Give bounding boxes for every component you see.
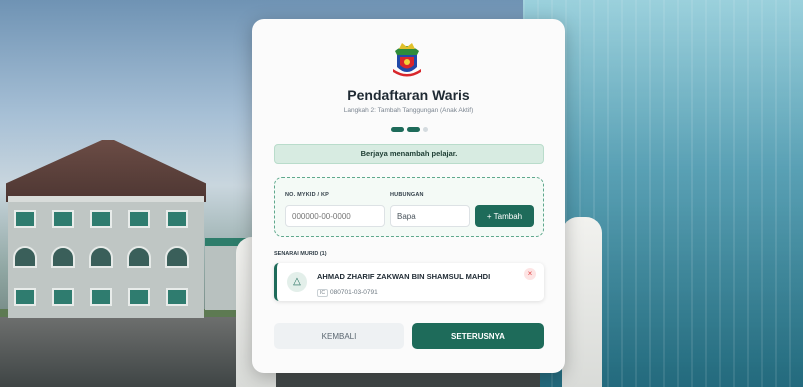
school-building (8, 196, 204, 318)
student-name: AHMAD ZHARIF ZAKWAN BIN SHAMSUL MAHDI (317, 272, 491, 281)
step-dot-3 (423, 127, 428, 132)
add-dependent-form: NO. MYKID / KP HUBUNGAN + Tambah (274, 177, 544, 237)
back-button[interactable]: KEMBALI (274, 323, 404, 349)
mosque-roof (6, 140, 206, 202)
mykid-label: NO. MYKID / KP (285, 192, 330, 198)
hubungan-input[interactable] (390, 205, 470, 227)
student-list-label: SENARAI MURID (1) (274, 251, 327, 257)
add-student-button[interactable]: + Tambah (475, 205, 534, 227)
student-ic-row: IC 080701-03-0791 (317, 284, 378, 302)
next-button[interactable]: SETERUSNYA (412, 323, 544, 349)
remove-student-button[interactable]: × (524, 268, 536, 280)
hubungan-label: HUBUNGAN (390, 192, 424, 198)
mykid-input[interactable] (285, 205, 385, 227)
close-icon: × (527, 269, 533, 278)
step-dot-2 (407, 127, 420, 132)
student-ic-number: 080701-03-0791 (330, 289, 378, 297)
success-alert: Berjaya menambah pelajar. (274, 144, 544, 164)
student-avatar-icon: △ (287, 272, 307, 292)
id-card-icon: IC (317, 288, 328, 297)
registration-card: Pendaftaran Waris Langkah 2: Tambah Tang… (252, 19, 565, 373)
step-dot-1 (391, 127, 404, 132)
page-subtitle: Langkah 2: Tambah Tanggungan (Anak Aktif… (343, 107, 474, 114)
person-figure (562, 217, 602, 387)
state-crest-icon (393, 43, 421, 77)
student-list-item: △ AHMAD ZHARIF ZAKWAN BIN SHAMSUL MAHDI … (274, 263, 544, 301)
page-title: Pendaftaran Waris (347, 87, 470, 103)
